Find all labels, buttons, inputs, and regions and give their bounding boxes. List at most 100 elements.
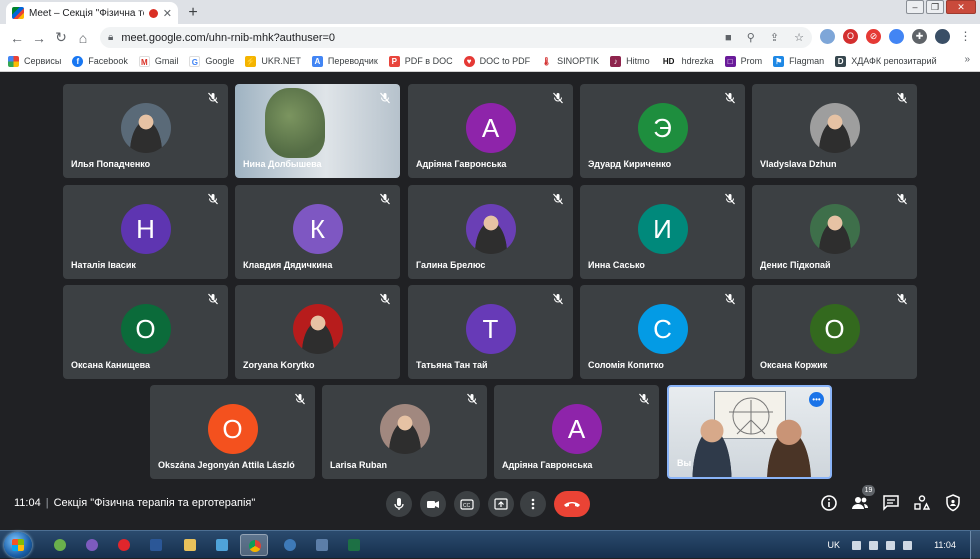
participant-photo-avatar xyxy=(120,103,171,154)
window-close-button[interactable]: ✕ xyxy=(946,0,976,14)
reload-icon[interactable]: ↻ xyxy=(50,29,72,46)
bookmark-item[interactable]: f Facebook xyxy=(72,55,128,67)
camera-button[interactable] xyxy=(420,491,446,517)
participant-tile[interactable]: О Оксана Коржик xyxy=(752,285,917,379)
participant-tile[interactable]: Vladyslava Dzhun xyxy=(752,84,917,178)
participant-tile[interactable]: Э Эдуард Кириченко xyxy=(580,84,745,178)
chat-icon[interactable] xyxy=(882,494,900,512)
present-button[interactable] xyxy=(488,491,514,517)
more-options-button[interactable] xyxy=(520,491,546,517)
leave-call-button[interactable] xyxy=(554,491,590,517)
bookmark-item[interactable]: A Переводчик xyxy=(311,55,378,67)
host-controls-shield-icon[interactable] xyxy=(944,494,962,512)
participant-tile[interactable]: Галина Брелюс xyxy=(408,185,573,279)
recording-icon xyxy=(148,8,158,18)
forward-icon[interactable]: → xyxy=(28,30,50,46)
more-vert-icon xyxy=(531,498,535,510)
bookmark-item[interactable]: ♪ Hitmo xyxy=(610,55,650,67)
signal-icon[interactable] xyxy=(886,540,895,550)
back-icon[interactable]: ← xyxy=(6,30,28,46)
people-icon[interactable] xyxy=(851,494,869,512)
bookmark-item[interactable]: D ХДАФК репозитарий xyxy=(835,55,937,67)
microphone-button[interactable] xyxy=(386,491,412,517)
bookmark-item[interactable]: 🌡︎ SINOPTIK xyxy=(541,56,600,67)
participant-tile[interactable]: Н Наталія Івасик xyxy=(63,185,228,279)
bookmark-item[interactable]: P PDF в DOC xyxy=(388,55,453,67)
participant-tile[interactable]: Илья Попадченко xyxy=(63,84,228,178)
participant-initial-avatar: А xyxy=(551,404,602,455)
participant-initial-avatar: К xyxy=(292,204,343,255)
taskbar-app-save[interactable] xyxy=(308,534,336,556)
bookmark-item[interactable]: HD hdrezka xyxy=(660,55,714,67)
bookmark-item[interactable]: G Google xyxy=(189,55,234,67)
participant-tile[interactable]: Нина Долбышева xyxy=(235,84,400,178)
participant-name: Эдуард Кириченко xyxy=(588,159,672,169)
taskbar-app-notes[interactable] xyxy=(208,534,236,556)
participant-tile[interactable]: И Инна Сасько xyxy=(580,185,745,279)
profile-avatar[interactable] xyxy=(935,29,950,44)
participant-tile[interactable]: Денис Підкопай xyxy=(752,185,917,279)
home-icon[interactable]: ⌂ xyxy=(72,30,94,46)
puzzle-icon[interactable]: ✚ xyxy=(912,29,927,44)
translate-extension-icon[interactable] xyxy=(889,29,904,44)
bookmark-item[interactable]: M Gmail xyxy=(138,55,178,67)
taskbar-app-edge[interactable] xyxy=(276,534,304,556)
taskbar-app-viber[interactable] xyxy=(78,534,106,556)
activities-icon[interactable] xyxy=(913,494,931,512)
bookmark-item[interactable]: ⚡ UKR.NET xyxy=(245,55,301,67)
taskbar-app-excel[interactable] xyxy=(340,534,368,556)
new-tab-button[interactable]: + xyxy=(184,4,202,22)
bookmark-item[interactable]: □ Prom xyxy=(724,55,762,67)
participant-tile[interactable]: О Оксана Канищева xyxy=(63,285,228,379)
bookmark-item[interactable]: ⚑ Flagman xyxy=(773,55,824,67)
participant-tile[interactable]: А Адріяна Гавронська xyxy=(408,84,573,178)
mic-muted-icon xyxy=(638,392,650,405)
network-icon[interactable] xyxy=(869,540,878,550)
blocker-extension-icon[interactable]: ⊘ xyxy=(866,29,881,44)
volume-icon[interactable] xyxy=(903,540,912,550)
zoom-icon[interactable]: ⚲ xyxy=(747,32,755,44)
participant-tile[interactable]: О Okszána Jegonyán Attila László xyxy=(150,385,315,479)
participant-tile[interactable]: К Клавдия Дядичкина xyxy=(235,185,400,279)
taskbar-app-word[interactable] xyxy=(142,534,170,556)
menu-kebab-icon[interactable]: ⋮ xyxy=(958,29,973,44)
pdf-icon: P xyxy=(388,55,400,67)
bookmark-item[interactable]: ♥ DOC to PDF xyxy=(463,55,530,67)
maximize-button[interactable]: ❐ xyxy=(926,0,944,14)
meeting-details-icon[interactable] xyxy=(820,494,838,512)
tab-meet[interactable]: Meet – Секція "Фізична терапі ✕ xyxy=(6,2,178,24)
language-indicator[interactable]: UK xyxy=(827,540,840,550)
lock-icon[interactable]: 🔒︎ xyxy=(108,32,113,43)
show-desktop-button[interactable] xyxy=(970,531,980,559)
taskbar-app-utorrent[interactable] xyxy=(46,534,74,556)
address-bar[interactable]: 🔒︎ meet.google.com/uhn-rnib-mhk?authuser… xyxy=(100,27,812,48)
taskbar-app-opera[interactable] xyxy=(110,534,138,556)
tray-arrow-icon[interactable] xyxy=(852,540,861,550)
bookmark-item[interactable]: Сервисы xyxy=(8,55,61,67)
heart-icon: ♥ xyxy=(463,55,475,67)
self-video-tile[interactable]: ••• Вы xyxy=(667,385,832,479)
taskbar-clock[interactable]: 11:04 xyxy=(920,540,970,550)
taskbar-app-explorer[interactable] xyxy=(176,534,204,556)
captions-button[interactable]: CC xyxy=(454,491,480,517)
share-icon[interactable]: ⇪ xyxy=(770,32,779,44)
camera-indicator-icon[interactable]: ■ xyxy=(725,32,732,44)
start-button[interactable] xyxy=(4,532,32,558)
taskbar-app-chrome[interactable] xyxy=(240,534,268,556)
participant-name: Vladyslava Dzhun xyxy=(760,159,837,169)
url-text[interactable]: meet.google.com/uhn-rnib-mhk?authuser=0 xyxy=(121,32,713,44)
participant-tile[interactable]: Larisa Ruban xyxy=(322,385,487,479)
participant-count-badge: 19 xyxy=(862,485,875,496)
bookmark-star-icon[interactable]: ☆ xyxy=(794,32,804,44)
minimize-button[interactable]: – xyxy=(906,0,924,14)
participant-tile[interactable]: С Соломія Копитко xyxy=(580,285,745,379)
opera-extension-icon[interactable]: O xyxy=(843,29,858,44)
present-icon xyxy=(494,498,508,510)
bookmarks-overflow-icon[interactable]: » xyxy=(964,54,970,65)
participant-tile[interactable]: Т Татьяна Тан тай xyxy=(408,285,573,379)
participant-tile[interactable]: А Адріяна Гавронська xyxy=(494,385,659,479)
participant-tile[interactable]: Zoryana Korytko xyxy=(235,285,400,379)
tab-close-icon[interactable]: ✕ xyxy=(163,7,172,20)
participant-photo-avatar xyxy=(809,103,860,154)
extension-icon[interactable] xyxy=(820,29,835,44)
